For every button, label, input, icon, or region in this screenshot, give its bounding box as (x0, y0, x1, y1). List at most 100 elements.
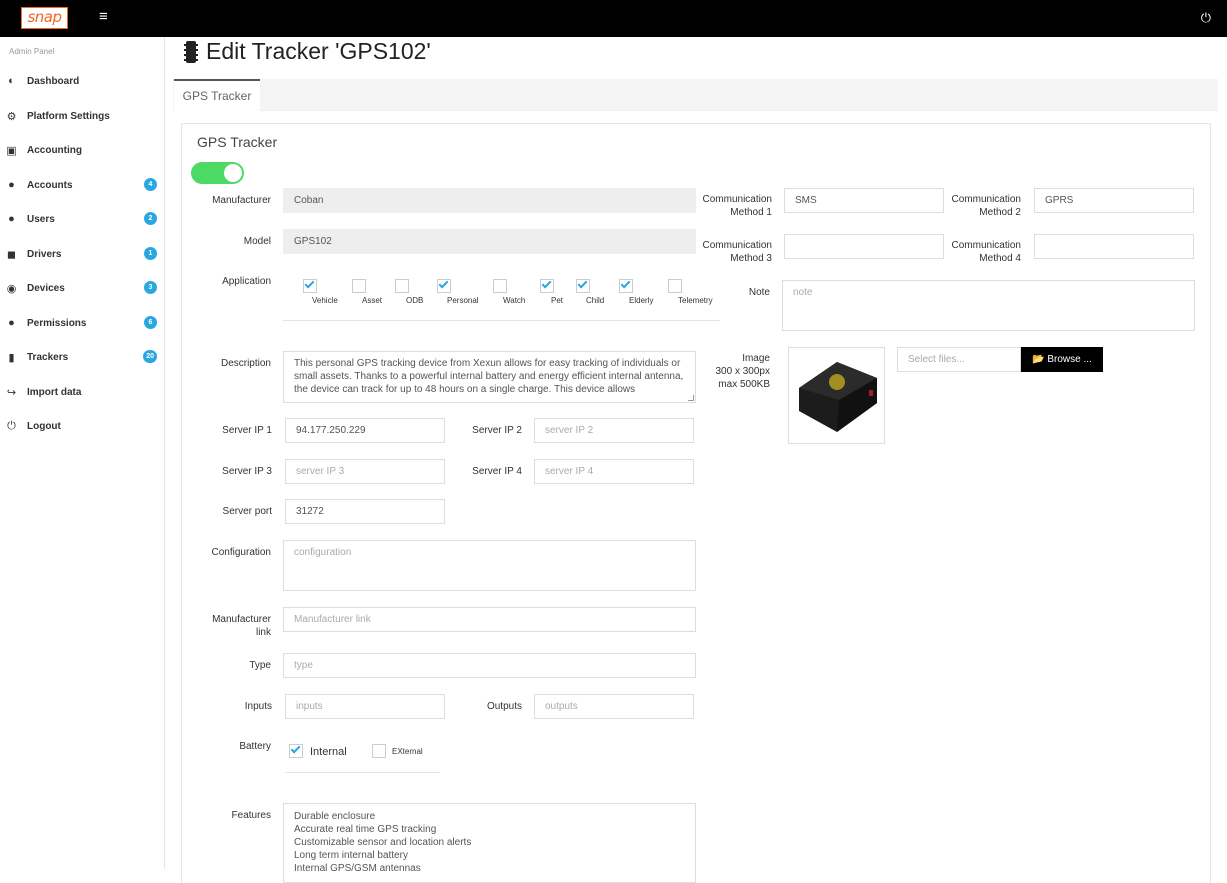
logo[interactable]: snap (21, 7, 68, 29)
sidebar-item-accounts[interactable]: ● Accounts 4 (0, 175, 165, 195)
note-textarea[interactable]: note (782, 280, 1195, 331)
checkbox-label: Watch (503, 296, 526, 305)
sidebar-item-platform-settings[interactable]: ⚙ Platform Settings (0, 106, 165, 126)
server-ip-2-label: Server IP 2 (472, 425, 522, 436)
select-files-field[interactable]: Select files... (897, 347, 1021, 372)
comm-method-1-label: Communication Method 1 (702, 194, 772, 218)
application-label: Application (222, 276, 271, 287)
chip-icon: ▮ (8, 351, 15, 364)
application-checkbox-asset[interactable] (352, 279, 366, 293)
outputs-label: Outputs (486, 701, 522, 712)
sidebar-item-label: Logout (27, 420, 61, 432)
configuration-label: Configuration (211, 547, 271, 558)
sidebar-item-logout[interactable]: ⏻ Logout (0, 416, 165, 436)
browse-button[interactable]: 📂 Browse ... (1021, 347, 1103, 372)
outputs-field[interactable]: outputs (534, 694, 694, 719)
application-checkbox-vehicle[interactable] (303, 278, 317, 293)
battery-checkbox-external[interactable] (372, 744, 386, 758)
inputs-field[interactable]: inputs (285, 694, 445, 719)
top-bar: snap ≡ ⏻ (0, 0, 1227, 37)
battery-checkbox-internal[interactable] (289, 743, 303, 758)
features-textarea[interactable]: Durable enclosure Accurate real time GPS… (283, 803, 696, 883)
application-checkbox-odb[interactable] (395, 279, 409, 293)
feature-line: Accurate real time GPS tracking (294, 824, 437, 835)
resize-handle[interactable] (688, 395, 694, 401)
manufacturer-link-field[interactable]: Manufacturer link (283, 607, 696, 632)
sidebar-item-label: Permissions (27, 317, 87, 329)
comm-method-3-field[interactable] (784, 234, 944, 259)
page-title-text: Edit Tracker 'GPS102' (206, 38, 431, 64)
type-field[interactable]: type (283, 653, 696, 678)
comm-method-4-label: Communication Method 4 (951, 240, 1021, 264)
hamburger-icon[interactable]: ≡ (99, 9, 111, 24)
divider (285, 772, 440, 773)
server-ip-3-field[interactable]: server IP 3 (285, 459, 445, 484)
checkbox-label: EXternal (392, 747, 423, 756)
divider (283, 320, 720, 321)
application-checkbox-watch[interactable] (493, 279, 507, 293)
folder-open-icon: 📂 (1032, 354, 1045, 365)
compass-icon: ◉ (6, 282, 17, 295)
feature-line: Durable enclosure (294, 811, 376, 822)
model-field[interactable]: GPS102 (283, 229, 696, 254)
sidebar-item-label: Devices (27, 282, 65, 294)
image-label-line: 300 x 300px (715, 366, 771, 377)
checkbox-label: Pet (551, 296, 564, 305)
application-checkbox-elderly[interactable] (619, 278, 633, 293)
manufacturer-field[interactable]: Coban (283, 188, 696, 213)
application-checkbox-child[interactable] (576, 278, 590, 293)
tab-gps-tracker[interactable]: GPS Tracker (174, 79, 260, 111)
server-ip-4-label: Server IP 4 (472, 466, 522, 477)
cogs-icon: ⚙ (6, 110, 17, 123)
sidebar-item-devices[interactable]: ◉ Devices 3 (0, 278, 165, 298)
server-ip-4-field[interactable]: server IP 4 (534, 459, 694, 484)
features-label: Features (231, 810, 271, 821)
comm-method-4-field[interactable] (1034, 234, 1194, 259)
money-icon: ▣ (6, 144, 17, 157)
sidebar-item-drivers[interactable]: ◼ Drivers 1 (0, 244, 165, 264)
application-checkbox-personal[interactable] (437, 278, 451, 293)
sidebar-item-import-data[interactable]: ↪ Import data (0, 382, 165, 402)
server-ip-2-field[interactable]: server IP 2 (534, 418, 694, 443)
checkbox-label: Internal (310, 746, 347, 758)
description-textarea[interactable]: This personal GPS tracking device from X… (283, 351, 696, 403)
type-label: Type (249, 660, 271, 671)
server-ip-1-label: Server IP 1 (222, 425, 272, 436)
panel-title: GPS Tracker (197, 134, 278, 150)
comm-method-1-field[interactable]: SMS (784, 188, 944, 213)
sidebar-item-users[interactable]: ● Users 2 (0, 209, 165, 229)
sidebar-item-trackers[interactable]: ▮ Trackers 20 (0, 347, 165, 367)
enabled-toggle[interactable] (191, 162, 244, 184)
car-icon: ◼ (6, 248, 17, 261)
checkbox-label: Vehicle (312, 296, 338, 305)
power-icon[interactable]: ⏻ (1201, 10, 1211, 26)
tracker-image (788, 347, 885, 444)
sidebar-item-label: Dashboard (27, 75, 80, 87)
server-port-field[interactable]: 31272 (285, 499, 445, 524)
count-badge: 1 (144, 247, 157, 260)
sidebar-item-dashboard[interactable]: ◐ Dashboard (0, 71, 165, 91)
server-port-label: Server port (222, 506, 272, 517)
feature-line: Customizable sensor and location alerts (294, 837, 472, 848)
application-checkbox-pet[interactable] (540, 278, 554, 293)
description-text: This personal GPS tracking device from X… (294, 358, 684, 395)
configuration-textarea[interactable]: configuration (283, 540, 696, 591)
sidebar-item-label: Import data (27, 386, 82, 398)
sidebar-item-label: Drivers (27, 248, 62, 260)
server-ip-1-field[interactable]: 94.177.250.229 (285, 418, 445, 443)
import-icon: ↪ (6, 386, 17, 399)
sidebar-item-label: Accounts (27, 179, 73, 191)
sidebar-item-accounting[interactable]: ▣ Accounting (0, 140, 165, 160)
page-title: Edit Tracker 'GPS102' (184, 38, 431, 65)
manufacturer-link-label: Manufacturer link (200, 613, 271, 639)
count-badge: 4 (144, 178, 157, 191)
label-line: link (255, 627, 271, 638)
count-badge: 3 (144, 281, 157, 294)
sidebar-item-permissions[interactable]: ● Permissions 6 (0, 313, 165, 333)
admin-panel-label: Admin Panel (9, 47, 55, 56)
image-label-line: max 500KB (718, 379, 770, 390)
application-checkbox-telemetry[interactable] (668, 279, 682, 293)
count-badge: 20 (143, 350, 157, 363)
sidebar-item-label: Users (27, 213, 55, 225)
comm-method-2-field[interactable]: GPRS (1034, 188, 1194, 213)
